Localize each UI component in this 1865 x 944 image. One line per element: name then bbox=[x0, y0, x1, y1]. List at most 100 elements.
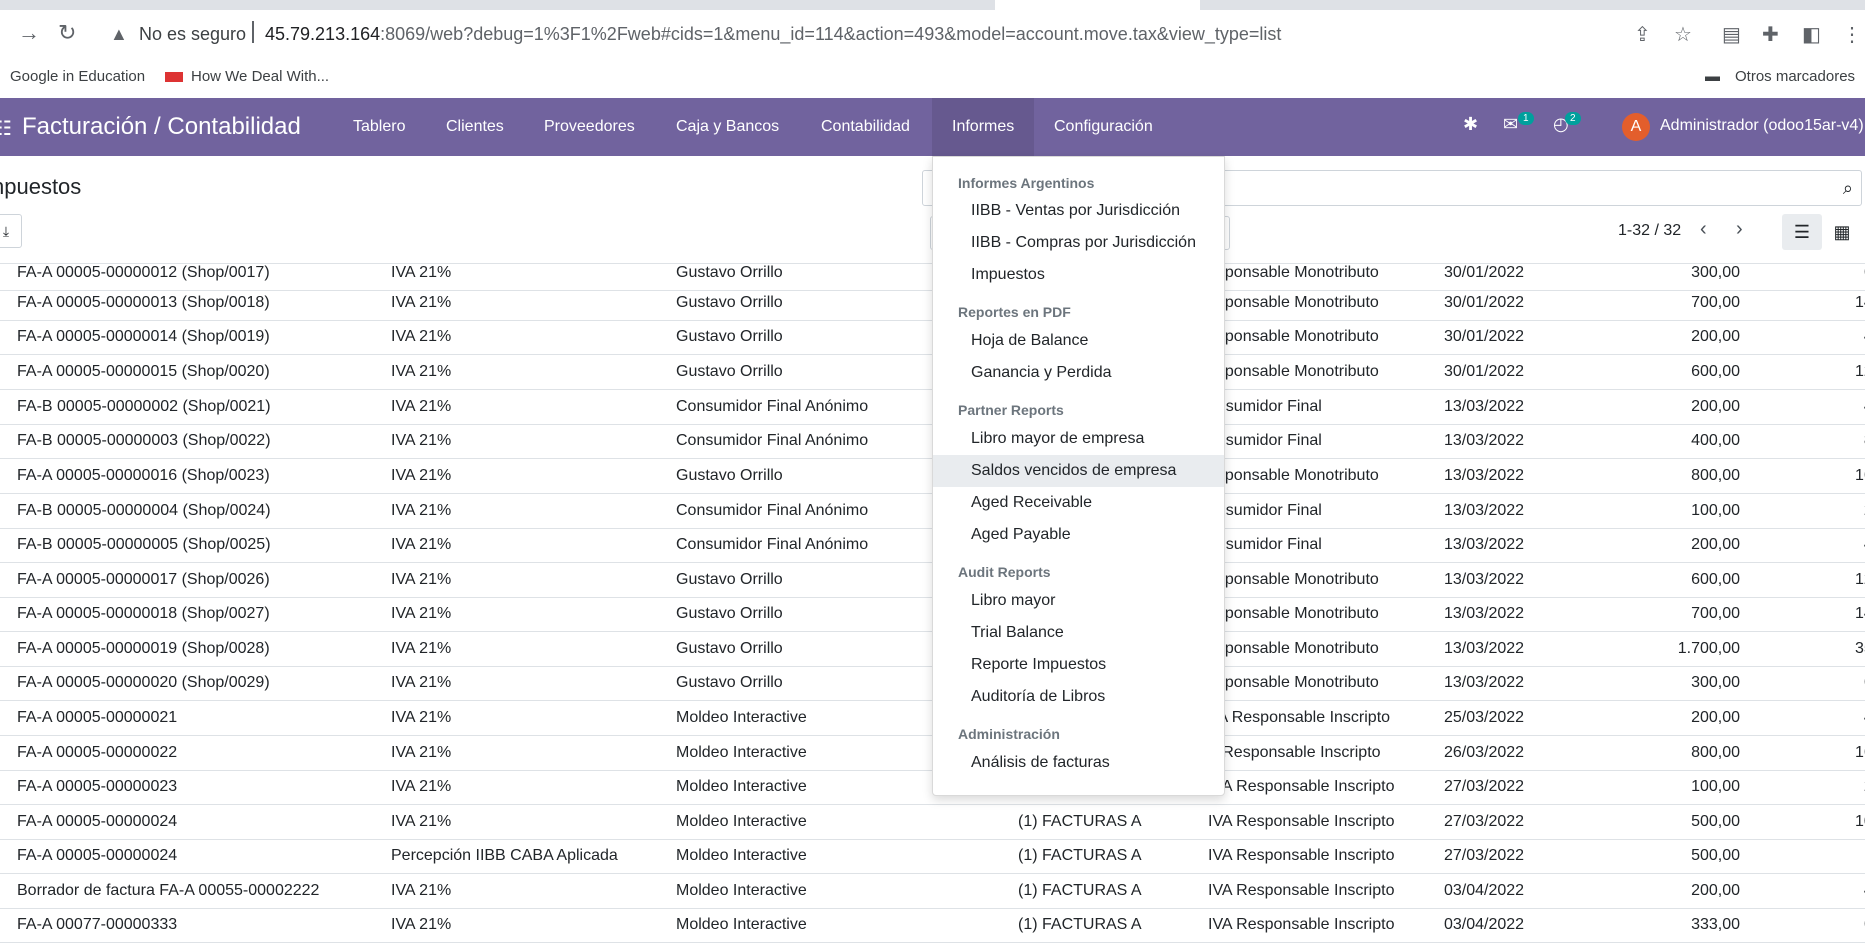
list-view-icon[interactable]: ☰ bbox=[1782, 214, 1822, 250]
reload-icon[interactable]: ↻ bbox=[58, 20, 76, 46]
pager-prev-icon[interactable]: ‹ bbox=[1700, 218, 1707, 241]
dropdown-menu-item[interactable]: IIBB - Ventas por Jurisdicción bbox=[933, 195, 1224, 227]
dropdown-menu-item[interactable]: Libro mayor bbox=[933, 585, 1224, 617]
menu-tablero[interactable]: Tablero bbox=[333, 98, 425, 156]
table-cell: 126,0 bbox=[1854, 363, 1865, 380]
browser-active-tab[interactable] bbox=[995, 0, 1200, 10]
table-cell: FA-A 00005-00000019 (Shop/0028) bbox=[17, 640, 270, 657]
menu-configuracion[interactable]: Configuración bbox=[1034, 98, 1173, 156]
table-cell: 69,9 bbox=[1745, 916, 1865, 934]
bookmark-google-education[interactable]: Google in Education bbox=[10, 68, 145, 85]
table-row[interactable]: Borrador de factura FA-A 00055-00002222 I… bbox=[0, 874, 1865, 909]
menu-informes[interactable]: Informes bbox=[932, 98, 1035, 156]
more-icon[interactable]: ⋮ bbox=[1842, 22, 1862, 47]
security-label[interactable]: No es seguro bbox=[139, 24, 246, 45]
table-cell: 42,0 bbox=[1745, 328, 1865, 346]
table-cell: (1) FACTURAS A bbox=[1018, 847, 1142, 864]
menu-proveedores[interactable]: Proveedores bbox=[524, 98, 655, 156]
table-cell: 5,0 bbox=[1745, 847, 1865, 865]
menu-contabilidad[interactable]: Contabilidad bbox=[801, 98, 930, 156]
table-cell: 800,00 bbox=[1691, 744, 1740, 761]
table-cell: IVA 21% bbox=[391, 502, 452, 519]
dropdown-menu-item[interactable]: Libro mayor de empresa bbox=[933, 423, 1224, 455]
user-menu[interactable]: Administrador (odoo15ar-v4) bbox=[1660, 117, 1864, 135]
table-cell: 13/03/2022 bbox=[1444, 605, 1525, 622]
table-cell: esponsable Monotributo bbox=[1208, 264, 1379, 281]
dropdown-menu-item[interactable]: Aged Receivable bbox=[933, 487, 1224, 519]
table-cell: 30/01/2022 bbox=[1444, 264, 1525, 281]
share-icon[interactable]: ⇪ bbox=[1634, 22, 1651, 47]
download-button[interactable]: ⤓ bbox=[0, 214, 22, 248]
table-cell: 1.700,00 bbox=[1677, 640, 1740, 657]
notes-extension-icon[interactable]: ▤ bbox=[1722, 22, 1741, 47]
sidepanel-icon[interactable]: ◧ bbox=[1802, 22, 1821, 47]
pager-value[interactable]: 1-32 / 32 bbox=[1618, 222, 1681, 240]
table-cell: FA-A 00005-00000018 (Shop/0027) bbox=[17, 605, 270, 622]
dropdown-menu-item[interactable]: Auditoría de Libros bbox=[933, 681, 1224, 713]
table-cell: IVA 21% bbox=[391, 605, 452, 622]
dropdown-menu-item[interactable]: Reporte Impuestos bbox=[933, 649, 1224, 681]
table-cell: 600,00 bbox=[1691, 571, 1740, 588]
dropdown-menu-item[interactable]: Saldos vencidos de empresa bbox=[933, 455, 1224, 487]
table-cell: IVA Responsable Inscripto bbox=[1208, 813, 1395, 830]
dropdown-section-header: Audit Reports bbox=[958, 564, 1051, 580]
table-cell: 13/03/2022 bbox=[1444, 502, 1525, 519]
table-cell: IVA 21% bbox=[391, 571, 452, 588]
table-cell: FA-A 00005-00000012 (Shop/0017) bbox=[17, 264, 270, 281]
search-icon[interactable]: ⌕ bbox=[1843, 178, 1853, 199]
table-cell: IVA 21% bbox=[391, 813, 452, 830]
table-cell: onsumidor Final bbox=[1208, 502, 1322, 519]
table-cell: IVA 21% bbox=[391, 432, 452, 449]
table-cell: 200,00 bbox=[1691, 398, 1740, 415]
messages-badge: 1 bbox=[1518, 112, 1534, 125]
apps-menu-icon[interactable]: ☷ bbox=[0, 116, 12, 141]
menu-clientes[interactable]: Clientes bbox=[426, 98, 524, 156]
url-host: 45.79.213.164 bbox=[265, 24, 381, 44]
dropdown-menu-item[interactable]: IIBB - Compras por Jurisdicción bbox=[933, 227, 1224, 259]
table-cell: 13/03/2022 bbox=[1444, 674, 1525, 691]
messages-icon[interactable]: ✉ bbox=[1503, 114, 1518, 135]
debug-bug-icon[interactable]: ✱ bbox=[1463, 114, 1478, 135]
table-row[interactable]: FA-A 00005-00000024 IVA 21% Moldeo Interac… bbox=[0, 805, 1865, 840]
table-cell: IVA 21% bbox=[391, 398, 452, 415]
dropdown-menu-item[interactable]: Ganancia y Perdida bbox=[933, 357, 1224, 389]
dropdown-menu-item[interactable]: Trial Balance bbox=[933, 617, 1224, 649]
menu-caja-bancos[interactable]: Caja y Bancos bbox=[656, 98, 799, 156]
table-row[interactable]: FA-A 00005-00000024 Percepción IIBB CABA … bbox=[0, 839, 1865, 874]
dropdown-menu-item[interactable]: Hoja de Balance bbox=[933, 325, 1224, 357]
table-cell: 400,00 bbox=[1691, 432, 1740, 449]
table-cell: IVA 21% bbox=[391, 294, 452, 311]
app-brand[interactable]: Facturación / Contabilidad bbox=[22, 113, 301, 141]
table-cell: Moldeo Interactive bbox=[676, 813, 807, 830]
dropdown-section-header: Partner Reports bbox=[958, 402, 1064, 418]
table-cell: 700,00 bbox=[1691, 294, 1740, 311]
pivot-view-icon[interactable]: ▦ bbox=[1822, 214, 1862, 250]
warning-icon[interactable]: ▲ bbox=[110, 24, 128, 45]
pager-next-icon[interactable]: › bbox=[1736, 218, 1743, 241]
table-cell: esponsable Monotributo bbox=[1208, 571, 1379, 588]
forward-icon[interactable]: → bbox=[18, 20, 40, 46]
avatar[interactable]: A bbox=[1622, 113, 1650, 141]
dropdown-menu-item[interactable]: Aged Payable bbox=[933, 519, 1224, 551]
url-field[interactable]: 45.79.213.164:8069/web?debug=1%3F1%2Fweb… bbox=[265, 24, 1281, 45]
star-icon[interactable]: ☆ bbox=[1674, 22, 1692, 47]
puzzle-icon[interactable]: ✚ bbox=[1762, 22, 1779, 47]
table-cell: 105,0 bbox=[1854, 813, 1865, 830]
table-cell: esponsable Monotributo bbox=[1208, 294, 1379, 311]
other-bookmarks[interactable]: Otros marcadores bbox=[1735, 68, 1855, 85]
table-cell: esponsable Monotributo bbox=[1208, 640, 1379, 657]
table-cell: 42,0 bbox=[1745, 882, 1865, 900]
table-cell: onsumidor Final bbox=[1208, 536, 1322, 553]
bookmark-how-we-deal[interactable]: How We Deal With... bbox=[165, 68, 329, 85]
table-cell: onsumidor Final bbox=[1208, 398, 1322, 415]
dropdown-section-header: Informes Argentinos bbox=[958, 175, 1095, 191]
table-cell: FA-A 00005-00000021 bbox=[17, 709, 178, 726]
page-title: npuestos bbox=[0, 174, 82, 199]
dropdown-menu-item[interactable]: Impuestos bbox=[933, 259, 1224, 291]
table-cell: (1) FACTURAS A bbox=[1018, 882, 1142, 899]
table-cell: 500,00 bbox=[1691, 847, 1740, 864]
dropdown-menu-item[interactable]: Análisis de facturas bbox=[933, 747, 1224, 779]
table-cell: 13/03/2022 bbox=[1444, 432, 1525, 449]
table-cell: IVA 21% bbox=[391, 882, 452, 899]
table-row[interactable]: FA-A 00077-00000333 IVA 21% Moldeo Interac… bbox=[0, 908, 1865, 943]
